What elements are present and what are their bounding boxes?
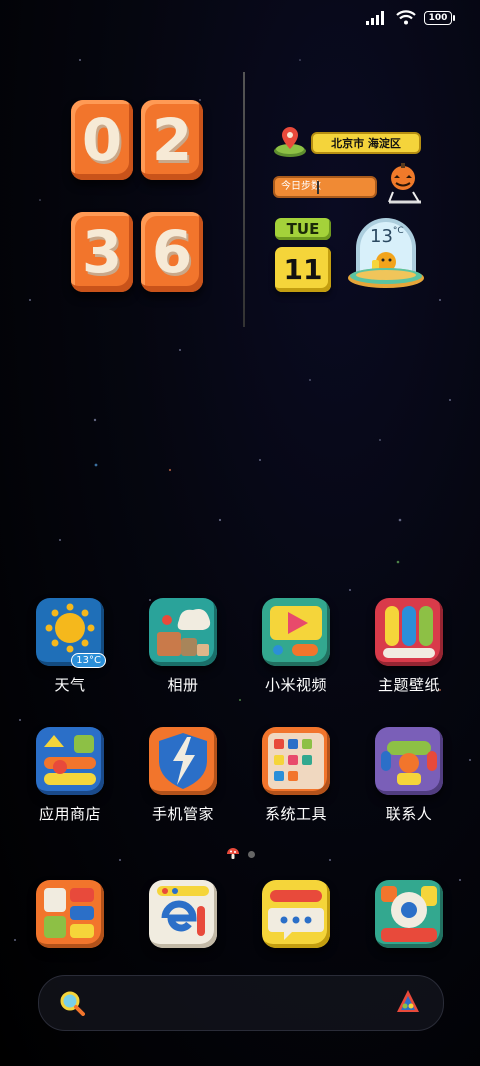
app-store-icon	[36, 727, 104, 795]
weekday-label: TUE	[275, 218, 331, 240]
app-security[interactable]: 手机管家	[133, 727, 233, 824]
app-contacts[interactable]: 联系人	[359, 727, 459, 824]
weather-icon: 13°C	[36, 598, 106, 668]
status-bar: 100	[366, 10, 455, 25]
steps-progress-marker	[317, 181, 319, 194]
app-gallery[interactable]: 相册	[133, 598, 233, 695]
app-label: 天气	[54, 676, 86, 694]
battery-indicator: 100	[424, 10, 455, 25]
weather-badge: 13°C	[71, 653, 106, 668]
clock-minute-ones: 6	[141, 212, 203, 292]
browser-icon	[149, 880, 217, 948]
app-label: 联系人	[385, 805, 433, 823]
app-label: 系统工具	[264, 805, 327, 823]
app-label: 主题壁纸	[377, 676, 440, 694]
dock-browser[interactable]	[133, 880, 233, 948]
voice-assistant-icon[interactable]	[395, 988, 421, 1016]
app-label: 应用商店	[38, 805, 101, 823]
location-pin-icon	[274, 127, 306, 157]
search-icon[interactable]	[59, 990, 85, 1016]
camera-icon	[375, 880, 443, 948]
dock-camera[interactable]	[359, 880, 459, 948]
security-icon	[149, 727, 217, 795]
app-video[interactable]: 小米视频	[246, 598, 346, 695]
files-icon	[36, 880, 104, 948]
widget-divider	[243, 72, 245, 327]
app-themes[interactable]: 主题壁纸	[359, 598, 459, 695]
contacts-icon	[375, 727, 443, 795]
clock-hour-tens: 0	[71, 100, 133, 180]
signal-icon	[366, 10, 384, 25]
wifi-icon	[396, 10, 416, 25]
app-label: 小米视频	[264, 676, 327, 694]
page-indicator[interactable]	[0, 848, 480, 860]
dock-messages[interactable]	[246, 880, 346, 948]
weather-temperature: 13°C	[370, 226, 404, 247]
page-dot	[247, 850, 255, 858]
steps-label: 今日步数	[281, 181, 321, 192]
gallery-icon	[149, 598, 217, 666]
video-icon	[262, 598, 330, 666]
search-bar[interactable]	[38, 975, 444, 1031]
app-weather[interactable]: 13°C 天气	[20, 598, 120, 695]
messages-icon	[262, 880, 330, 948]
day-number[interactable]: 11	[275, 247, 331, 292]
location-label[interactable]: 北京市 海淀区	[311, 132, 421, 154]
app-tools[interactable]: 系统工具	[246, 727, 346, 824]
themes-icon	[375, 598, 443, 666]
tools-icon	[262, 727, 330, 795]
mushroom-icon	[226, 848, 239, 859]
clock-minute-tens: 3	[71, 212, 133, 292]
steps-widget[interactable]: 今日步数	[273, 176, 377, 198]
app-label: 相册	[167, 676, 199, 694]
clock-hour-ones: 2	[141, 100, 203, 180]
app-label: 手机管家	[151, 805, 214, 823]
app-app-store[interactable]: 应用商店	[20, 727, 120, 824]
dock-files[interactable]	[20, 880, 120, 948]
pumpkin-runner-icon	[388, 163, 421, 204]
